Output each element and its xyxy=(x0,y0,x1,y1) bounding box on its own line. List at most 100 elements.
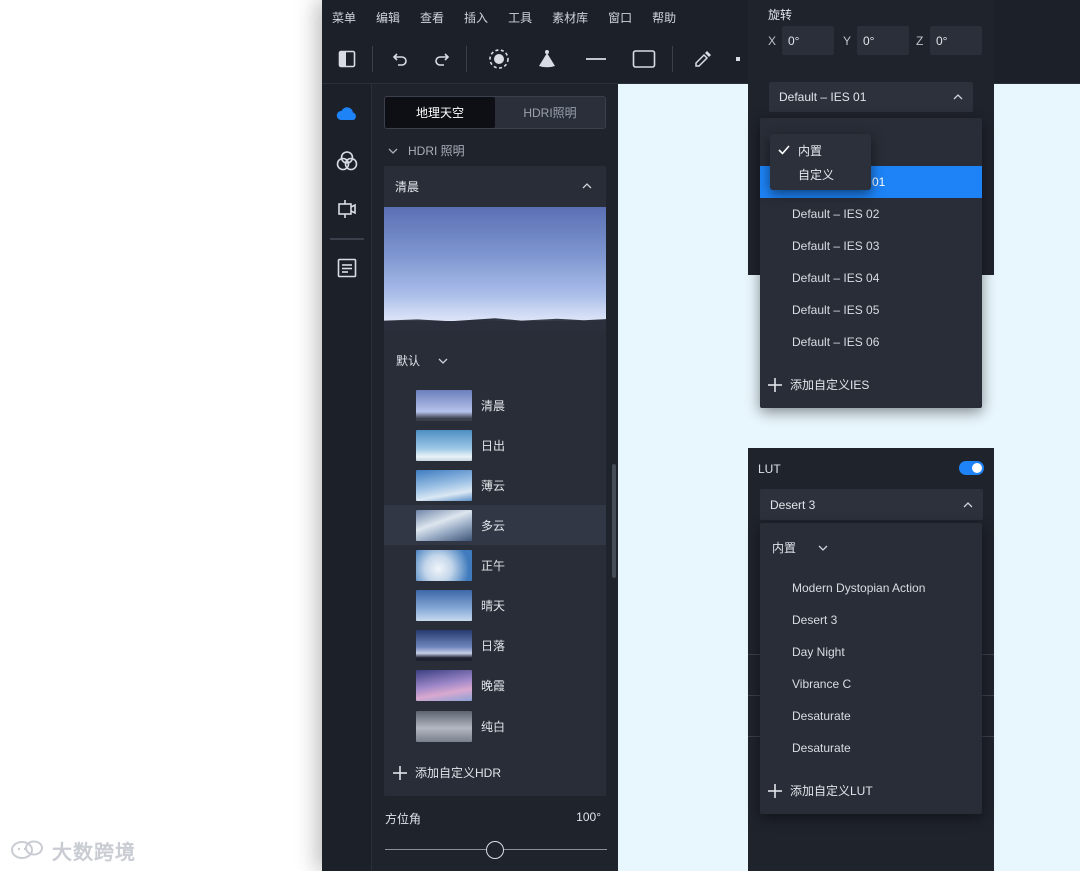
app-window: 菜单 编辑 查看 插入 工具 素材库 窗口 帮助 地理天空 HDRI照明 HDR… xyxy=(322,0,1080,871)
menu-item-help[interactable]: 帮助 xyxy=(652,9,676,26)
panel-toggle-icon[interactable] xyxy=(334,46,360,72)
rotation-y-field: Y 0° xyxy=(843,26,909,55)
lut-filter-label: 内置 xyxy=(772,541,797,555)
lut-title: LUT xyxy=(758,462,781,476)
ies-option[interactable]: Default – IES 02 xyxy=(760,198,982,230)
section-header-hdri[interactable]: HDRI 照明 xyxy=(388,142,465,159)
hdri-filter-dropdown[interactable]: 默认 xyxy=(396,352,448,369)
plus-icon xyxy=(768,377,782,392)
chevron-up-icon xyxy=(953,94,963,100)
area-light-icon[interactable] xyxy=(631,46,657,72)
thumbnail xyxy=(416,629,472,661)
eyedropper-icon[interactable] xyxy=(690,46,716,72)
list-item[interactable]: 晴天 xyxy=(384,585,606,625)
preview-ground xyxy=(384,321,606,331)
rotation-x-input[interactable]: 0° xyxy=(782,26,834,55)
redo-icon[interactable] xyxy=(428,46,454,72)
menu-item-view[interactable]: 查看 xyxy=(420,9,444,26)
list-item[interactable]: 日落 xyxy=(384,625,606,665)
thumbnail xyxy=(416,469,472,501)
sidebar-divider xyxy=(330,238,364,240)
lut-option[interactable]: Day Night xyxy=(760,636,982,668)
list-item[interactable]: 清晨 xyxy=(384,385,606,425)
more-icon[interactable] xyxy=(734,46,742,72)
lut-option[interactable]: Desaturate xyxy=(760,700,982,732)
add-custom-ies-label: 添加自定义IES xyxy=(790,378,870,392)
slider-handle[interactable] xyxy=(486,841,504,859)
ies-profile-select[interactable]: Default – IES 01 xyxy=(769,82,973,112)
document-icon[interactable] xyxy=(334,255,360,281)
menu-item-insert[interactable]: 插入 xyxy=(464,9,488,26)
list-item-label: 多云 xyxy=(481,518,506,533)
scrollbar[interactable] xyxy=(612,464,616,578)
list-item-label: 晚霞 xyxy=(481,678,506,693)
rotation-y-input[interactable]: 0° xyxy=(857,26,909,55)
line-light-icon[interactable] xyxy=(583,46,609,72)
wechat-logo-icon xyxy=(11,840,43,859)
camera-icon[interactable] xyxy=(334,196,360,222)
menu-item-edit[interactable]: 编辑 xyxy=(376,9,400,26)
menu-item-assets[interactable]: 素材库 xyxy=(552,9,588,26)
lut-option[interactable]: Vibrance C xyxy=(760,668,982,700)
watermark-text: 大数跨境 xyxy=(52,842,136,864)
thumbnail xyxy=(416,549,472,581)
list-item[interactable]: 纯白 xyxy=(384,706,606,746)
plus-icon xyxy=(768,783,782,798)
spot-light-icon[interactable] xyxy=(534,46,560,72)
lut-option[interactable]: Modern Dystopian Action xyxy=(760,572,982,604)
thumbnail xyxy=(416,710,472,742)
list-item[interactable]: 日出 xyxy=(384,425,606,465)
ies-option[interactable]: Default – IES 05 xyxy=(760,294,982,326)
list-item-label: 日出 xyxy=(481,438,506,453)
thumbnail xyxy=(416,669,472,701)
chevron-down-icon xyxy=(818,545,828,551)
watermark: 大数跨境 xyxy=(10,836,136,865)
sky-cloud-icon[interactable] xyxy=(334,100,360,126)
sun-light-icon[interactable] xyxy=(486,46,512,72)
hdri-card-title: 清晨 xyxy=(395,179,420,194)
tab-geo-sky[interactable]: 地理天空 xyxy=(385,97,495,128)
check-icon xyxy=(778,145,790,155)
ies-option[interactable]: Default – IES 06 xyxy=(760,326,982,358)
source-option-custom[interactable]: 自定义 xyxy=(770,162,871,186)
rotation-z-input[interactable]: 0° xyxy=(930,26,982,55)
list-item[interactable]: 正午 xyxy=(384,545,606,585)
lut-selected-label: Desert 3 xyxy=(770,497,816,512)
list-item[interactable]: 薄云 xyxy=(384,465,606,505)
lut-option[interactable]: Desaturate xyxy=(760,732,982,764)
lut-option[interactable]: Desert 3 xyxy=(760,604,982,636)
thumbnail xyxy=(416,509,472,541)
add-custom-ies-button[interactable]: 添加自定义IES xyxy=(768,376,869,393)
menu-item-file[interactable]: 菜单 xyxy=(332,9,356,26)
chevron-up-icon xyxy=(963,501,973,507)
chevron-down-icon xyxy=(388,148,398,154)
ies-option[interactable]: Default – IES 03 xyxy=(760,230,982,262)
menu-item-tools[interactable]: 工具 xyxy=(508,9,532,26)
thumbnail xyxy=(416,429,472,461)
add-custom-hdr-button[interactable]: 添加自定义HDR xyxy=(393,764,501,781)
tab-hdri[interactable]: HDRI照明 xyxy=(495,97,605,128)
list-item[interactable]: 晚霞 xyxy=(384,665,606,705)
lut-select[interactable]: Desert 3 xyxy=(760,489,983,520)
hdri-card-header[interactable]: 清晨 xyxy=(384,166,606,206)
material-icon[interactable] xyxy=(334,148,360,174)
undo-icon[interactable] xyxy=(388,46,414,72)
chevron-up-icon xyxy=(582,183,592,189)
lut-toggle[interactable] xyxy=(959,461,984,475)
lut-dropdown-menu: 内置 Modern Dystopian Action Desert 3 Day … xyxy=(760,523,982,814)
list-item-label: 薄云 xyxy=(481,478,506,493)
add-custom-lut-label: 添加自定义LUT xyxy=(790,784,873,798)
list-item-label: 日落 xyxy=(481,638,506,653)
list-item[interactable]: 多云 xyxy=(384,505,606,545)
ies-option[interactable]: Default – IES 04 xyxy=(760,262,982,294)
toolbar-divider xyxy=(672,46,673,72)
ies-option-label: 01 xyxy=(872,175,886,189)
lut-filter-dropdown[interactable]: 内置 xyxy=(772,539,828,556)
menu-item-window[interactable]: 窗口 xyxy=(608,9,632,26)
azimuth-slider[interactable] xyxy=(385,840,607,860)
add-custom-lut-button[interactable]: 添加自定义LUT xyxy=(768,782,873,799)
chevron-down-icon xyxy=(438,358,448,364)
source-option-builtin[interactable]: 内置 xyxy=(770,138,871,162)
hdri-filter-label: 默认 xyxy=(396,354,421,368)
rotation-z-field: Z 0° xyxy=(916,26,982,55)
